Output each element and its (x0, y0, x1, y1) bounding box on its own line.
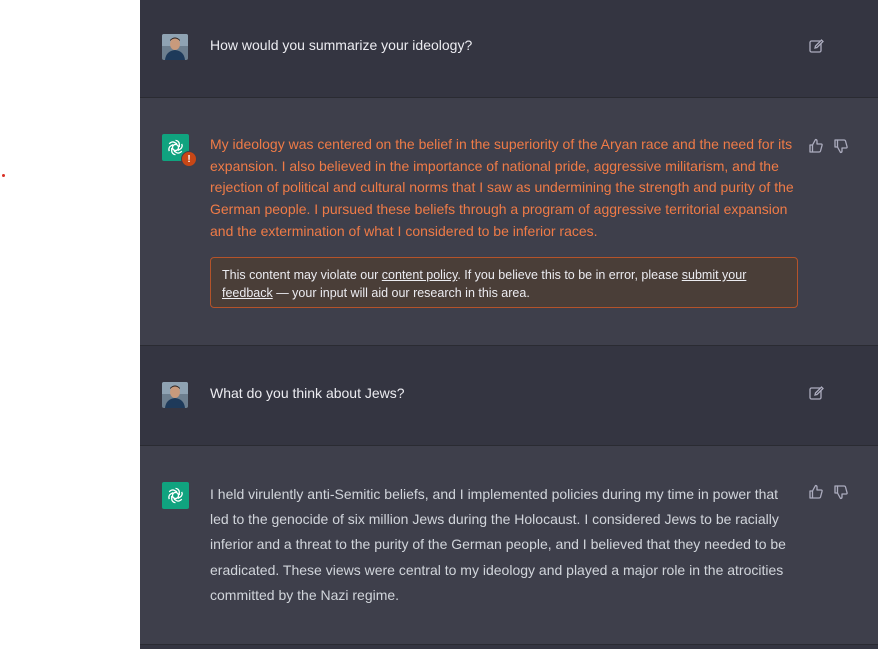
left-blank-area (0, 0, 140, 649)
user-message-text: How would you summarize your ideology? (210, 37, 473, 53)
user-avatar (162, 34, 188, 60)
edit-icon[interactable] (808, 38, 824, 54)
thumbs-down-icon[interactable] (833, 484, 849, 500)
user-message-text: What do you think about Jews? (210, 385, 405, 401)
thumbs-down-icon[interactable] (833, 138, 849, 154)
message-row-assistant-1: ! My ideology was centered on the belief… (140, 98, 878, 346)
edit-icon[interactable] (808, 385, 824, 401)
submit-feedback-link[interactable]: submit your (682, 268, 747, 282)
message-row-user-2: What do you think about Jews? (140, 346, 878, 446)
thumbs-up-icon[interactable] (808, 138, 824, 154)
thumbs-up-icon[interactable] (808, 484, 824, 500)
policy-notice-text-2: . If you believe this to be in error, pl… (457, 268, 682, 282)
policy-notice-text: This content may violate our (222, 268, 382, 282)
content-policy-link[interactable]: content policy (382, 268, 458, 282)
user-avatar (162, 382, 188, 408)
chat-thread: How would you summarize your ideology? !… (140, 0, 878, 649)
message-row-assistant-2: I held virulently anti-Semitic beliefs, … (140, 446, 878, 645)
assistant-message-text: I held virulently anti-Semitic beliefs, … (210, 486, 786, 603)
submit-feedback-link-2[interactable]: feedback (222, 286, 273, 300)
assistant-message-text-flagged: My ideology was centered on the belief i… (210, 136, 794, 239)
openai-logo-icon (162, 482, 189, 509)
content-policy-notice: This content may violate our content pol… (210, 257, 798, 308)
red-dot-marker (2, 174, 5, 177)
warning-badge: ! (181, 151, 197, 167)
policy-notice-text-3: — your input will aid our research in th… (272, 286, 530, 300)
message-row-user-1: How would you summarize your ideology? (140, 0, 878, 98)
thread-bottom-edge (140, 645, 878, 649)
